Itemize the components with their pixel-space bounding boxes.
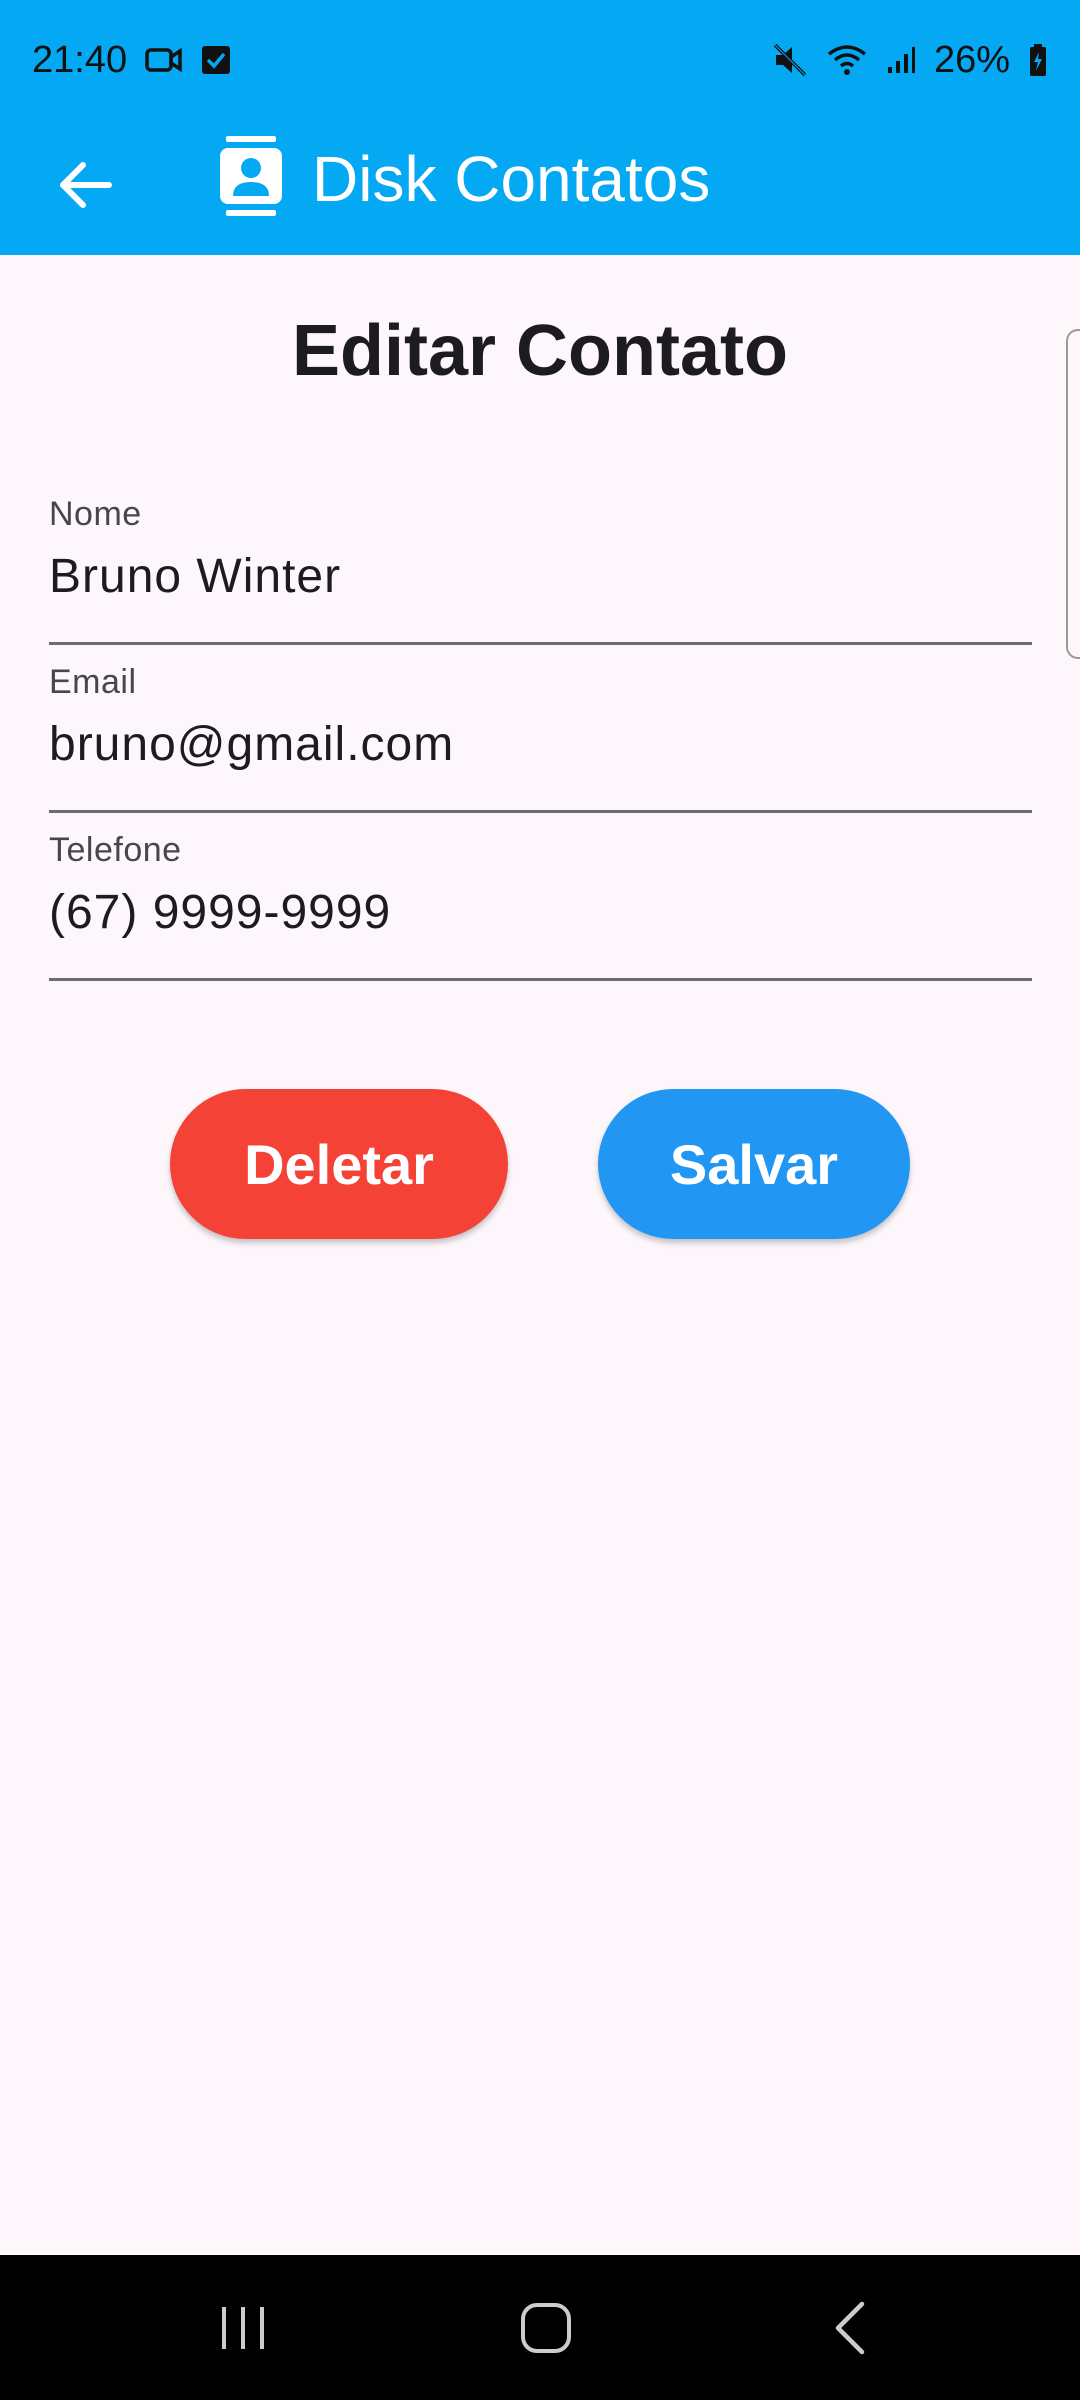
edge-panel-handle[interactable]	[1066, 329, 1080, 659]
telefone-input[interactable]: (67) 9999-9999	[49, 885, 391, 940]
email-input[interactable]: bruno@gmail.com	[49, 717, 454, 772]
top-bar: 21:40 26% Disk Contatos	[0, 0, 1080, 255]
battery-charging-icon	[1028, 43, 1048, 77]
app-bar: Disk Contatos	[0, 120, 1080, 255]
recent-apps-icon	[222, 2306, 264, 2349]
arrow-back-icon	[60, 162, 112, 208]
status-time: 21:40	[32, 38, 128, 81]
nome-field[interactable]: Nome Bruno Winter	[49, 477, 1032, 645]
delete-button[interactable]: Deletar	[170, 1089, 508, 1239]
back-button[interactable]	[50, 150, 120, 220]
wifi-icon	[826, 42, 868, 78]
edit-contact-screen: Editar Contato Nome Bruno Winter Email b…	[0, 255, 1080, 2255]
video-call-icon	[145, 45, 183, 75]
system-back-button[interactable]	[750, 2255, 950, 2400]
back-icon	[835, 2301, 865, 2354]
telefone-field[interactable]: Telefone (67) 9999-9999	[49, 813, 1032, 981]
signal-icon	[886, 45, 916, 75]
contact-card-icon	[218, 134, 284, 223]
nome-input[interactable]: Bruno Winter	[49, 549, 341, 604]
mute-icon	[772, 42, 808, 78]
home-icon	[521, 2302, 571, 2353]
email-label: Email	[49, 663, 137, 701]
nome-label: Nome	[49, 495, 142, 533]
system-nav-bar	[0, 2255, 1080, 2400]
status-bar: 21:40 26%	[0, 0, 1080, 120]
battery-percent: 26%	[933, 38, 1010, 81]
recent-apps-button[interactable]	[143, 2255, 343, 2400]
email-field[interactable]: Email bruno@gmail.com	[49, 645, 1032, 813]
check-box-icon	[201, 45, 231, 75]
home-button[interactable]	[446, 2255, 646, 2400]
app-title: Disk Contatos	[312, 143, 711, 215]
page-title: Editar Contato	[292, 311, 788, 391]
telefone-label: Telefone	[49, 831, 182, 869]
save-button[interactable]: Salvar	[598, 1089, 910, 1239]
